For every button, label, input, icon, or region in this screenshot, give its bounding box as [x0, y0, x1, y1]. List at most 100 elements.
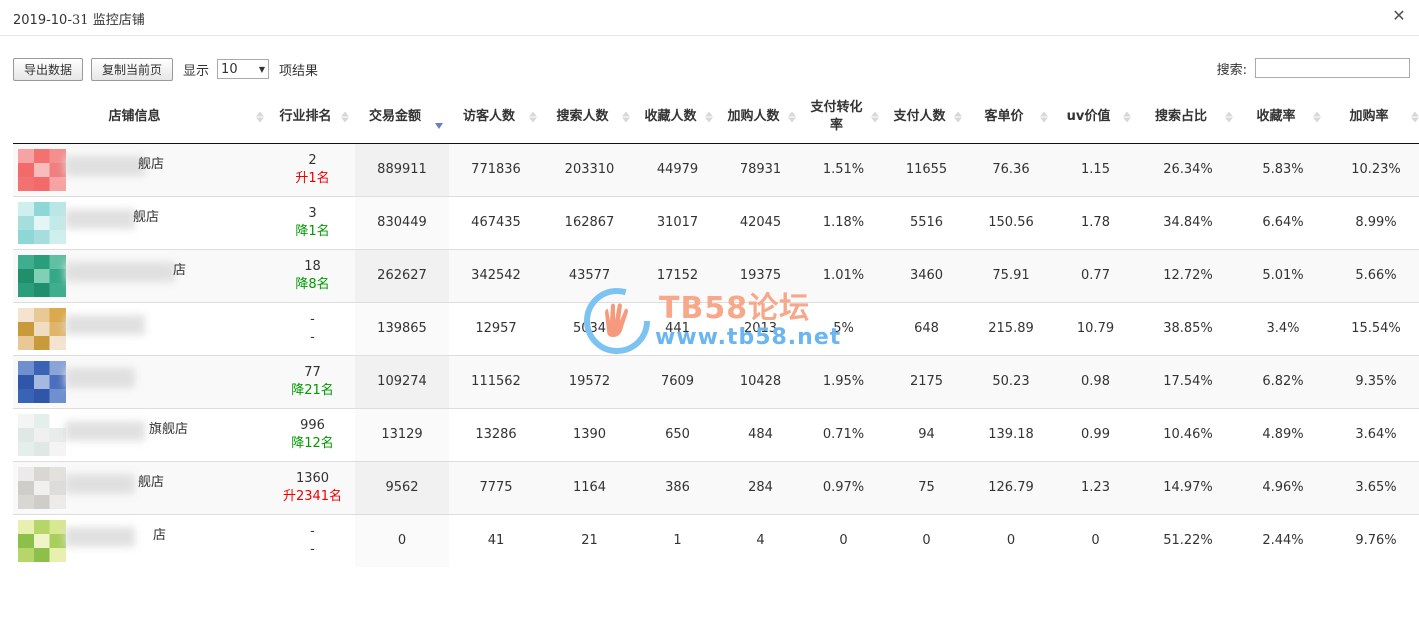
- cell-visitors: 467435: [449, 195, 543, 249]
- table-row[interactable]: 舰店 3 降1名 830449 467435 162867 31017 42045 1.18% 5…: [13, 195, 1419, 249]
- shop-name[interactable]: 店: [153, 527, 166, 545]
- cell-payers: 3460: [885, 248, 968, 302]
- industry-rank-cell: 3 降1名: [270, 195, 355, 249]
- sort-icon: [1123, 111, 1131, 123]
- table-row[interactable]: 店 - -0 41 21 1 4 0 0 0 0 51.22% 2.44% 9.76%: [13, 513, 1419, 567]
- column-header[interactable]: 客单价: [968, 92, 1054, 144]
- rank-value: 1360: [295, 470, 330, 486]
- cell-visitors: 41: [449, 513, 543, 567]
- cell-search-share: 51.22%: [1137, 513, 1239, 567]
- shop-avatar[interactable]: [18, 307, 66, 350]
- column-header[interactable]: 加购率: [1327, 92, 1419, 144]
- rank-change: -: [310, 329, 315, 345]
- cell-favs: 650: [636, 407, 719, 461]
- dialog-title: 2019-10-31 监控店铺: [13, 13, 145, 28]
- cell-searchers: 21: [543, 513, 636, 567]
- column-header[interactable]: 收藏率: [1239, 92, 1327, 144]
- cell-fav-rate: 4.89%: [1239, 407, 1327, 461]
- cell-amount: 889911: [355, 143, 449, 196]
- shop-name[interactable]: 舰店: [138, 156, 164, 174]
- rank-change: 降21名: [291, 382, 334, 398]
- shop-name[interactable]: 舰店: [138, 474, 164, 492]
- shop-avatar[interactable]: [18, 466, 66, 509]
- column-header[interactable]: 搜索占比: [1137, 92, 1239, 144]
- shop-avatar[interactable]: [18, 413, 66, 456]
- column-header-label: 客单价: [984, 109, 1024, 125]
- table-row[interactable]: 舰店 1360 升2341名 9562 7775 1164 386 284 0.97% 75 126…: [13, 460, 1419, 514]
- cell-aov: 139.18: [968, 407, 1054, 461]
- column-header[interactable]: 店铺信息: [13, 92, 270, 144]
- column-header-label: uv价值: [1066, 109, 1111, 125]
- shop-info-cell: 店: [13, 248, 270, 302]
- table-row[interactable]: 旗舰店 996 降12名 13129 13286 1390 650 484 0.71% 94 139…: [13, 407, 1419, 461]
- column-header-label: 支付人数: [893, 109, 946, 125]
- cell-carts: 19375: [719, 248, 802, 302]
- rank-value: 18: [304, 258, 321, 274]
- cell-carts: 284: [719, 460, 802, 514]
- industry-rank-cell: 77 降21名: [270, 354, 355, 408]
- sort-icon: [529, 111, 537, 123]
- cell-visitors: 111562: [449, 354, 543, 408]
- table-row[interactable]: 77 降21名 109274 111562 19572 7609 10428 1.95% 217…: [13, 354, 1419, 408]
- cell-fav-rate: 4.96%: [1239, 460, 1327, 514]
- rank-change: 升1名: [295, 170, 330, 186]
- shop-name[interactable]: 舰店: [133, 209, 159, 227]
- copy-page-button[interactable]: 复制当前页: [91, 57, 174, 81]
- shop-avatar[interactable]: [18, 254, 66, 297]
- cell-amount: 830449: [355, 195, 449, 249]
- page-size-select[interactable]: 10 ▼: [217, 59, 270, 79]
- cell-fav-rate: 5.01%: [1239, 248, 1327, 302]
- cell-cart-rate: 3.65%: [1327, 460, 1419, 514]
- cell-favs: 1: [636, 513, 719, 567]
- cell-cart-rate: 9.76%: [1327, 513, 1419, 567]
- industry-rank-cell: --: [270, 301, 355, 355]
- cell-cart-rate: 3.64%: [1327, 407, 1419, 461]
- column-header[interactable]: 支付人数: [885, 92, 968, 144]
- shop-avatar[interactable]: [18, 360, 66, 403]
- table-row[interactable]: 店 18 降8名 262627 342542 43577 17152 19375 1.01% 34…: [13, 248, 1419, 302]
- cell-cart-rate: 15.54%: [1327, 301, 1419, 355]
- cell-payers: 5516: [885, 195, 968, 249]
- search-input[interactable]: [1255, 58, 1410, 78]
- shop-avatar[interactable]: [18, 148, 66, 191]
- cell-amount: 139865: [355, 301, 449, 355]
- column-header-label: 加购率: [1349, 109, 1389, 125]
- rank-value: 3: [308, 205, 317, 221]
- table-row[interactable]: - -139865 12957 5034 441 2013 5% 648 215.89 10.79…: [13, 301, 1419, 355]
- industry-rank-cell: 1360 升2341名: [270, 460, 355, 514]
- column-header[interactable]: 搜索人数: [543, 92, 636, 144]
- column-header-label: 店铺信息: [108, 109, 161, 125]
- cell-aov: 215.89: [968, 301, 1054, 355]
- cell-fav-rate: 3.4%: [1239, 301, 1327, 355]
- table-row[interactable]: 舰店 2 升1名 889911 771836 203310 44979 78931 1.51% 1…: [13, 143, 1419, 196]
- dialog-titlebar: 2019-10-31 监控店铺 ✕: [0, 0, 1419, 36]
- column-header-label: 交易金额: [368, 109, 421, 125]
- cell-searchers: 162867: [543, 195, 636, 249]
- show-label: 显示: [183, 63, 210, 79]
- cell-aov: 76.36: [968, 143, 1054, 196]
- column-header[interactable]: uv价值: [1054, 92, 1137, 144]
- shop-name-blurred: [65, 208, 135, 229]
- column-header[interactable]: 加购人数: [719, 92, 802, 144]
- cell-uv: 1.23: [1054, 460, 1137, 514]
- rank-change: 升2341名: [282, 488, 343, 504]
- cell-search-share: 34.84%: [1137, 195, 1239, 249]
- shop-info-cell: 舰店: [13, 460, 270, 514]
- shop-name[interactable]: 旗舰店: [149, 421, 188, 439]
- column-header[interactable]: 访客人数: [449, 92, 543, 144]
- column-header[interactable]: 交易金额: [355, 92, 449, 144]
- shop-avatar[interactable]: [18, 519, 66, 562]
- shop-avatar[interactable]: [18, 201, 66, 244]
- rank-value: -: [310, 311, 315, 327]
- column-header[interactable]: 支付转化率: [802, 92, 885, 144]
- rank-change: 降12名: [291, 435, 334, 451]
- cell-conv: 5%: [802, 301, 885, 355]
- cell-visitors: 13286: [449, 407, 543, 461]
- cell-cart-rate: 5.66%: [1327, 248, 1419, 302]
- shop-name[interactable]: 店: [173, 262, 186, 280]
- export-data-button[interactable]: 导出数据: [13, 57, 84, 81]
- column-header[interactable]: 行业排名: [270, 92, 355, 144]
- close-icon[interactable]: ✕: [1389, 6, 1409, 26]
- column-header[interactable]: 收藏人数: [636, 92, 719, 144]
- shop-name-blurred: [65, 367, 135, 388]
